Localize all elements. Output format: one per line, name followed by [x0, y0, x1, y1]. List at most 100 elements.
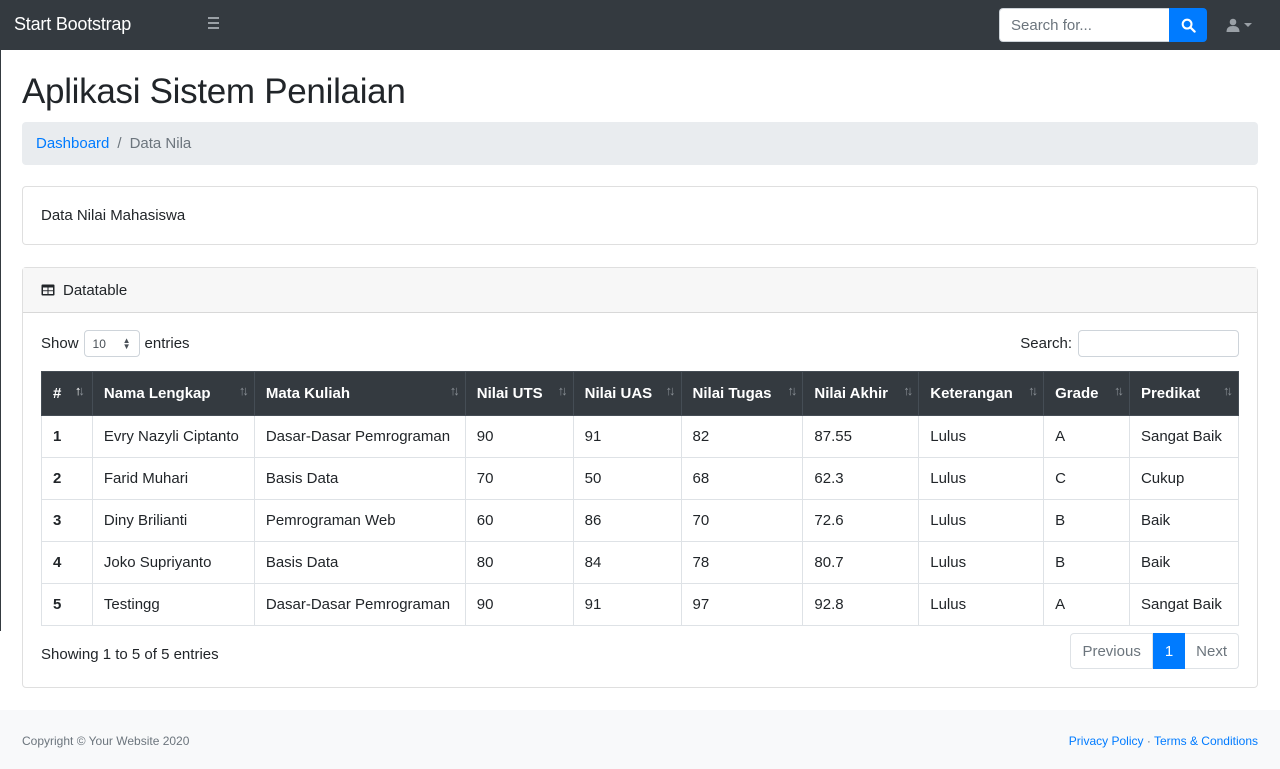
cell-tugas: 82 — [680, 415, 804, 458]
sort-icon: ↑↓ — [787, 383, 797, 398]
cell-grade: B — [1043, 541, 1130, 584]
footer-separator: · — [1146, 734, 1151, 748]
pagination-page-1[interactable]: 1 — [1152, 633, 1186, 669]
footer-links: Privacy Policy · Terms & Conditions — [1069, 734, 1258, 748]
sort-asc-icon: ↑↓ — [74, 383, 85, 398]
cell-nama: Joko Supriyanto — [91, 541, 255, 584]
cell-matkul: Pemrograman Web — [253, 499, 466, 542]
column-header-matkul[interactable]: Mata Kuliah ↑↓ — [253, 371, 466, 416]
search-button[interactable] — [1169, 8, 1207, 42]
cell-matkul: Dasar-Dasar Pemrograman — [253, 583, 466, 626]
cell-akhir: 92.8 — [802, 583, 920, 626]
cell-keterangan: Lulus — [918, 541, 1045, 584]
cell-matkul: Dasar-Dasar Pemrograman — [253, 415, 466, 458]
cell-akhir: 80.7 — [802, 541, 920, 584]
terms-link[interactable]: Terms & Conditions — [1154, 734, 1258, 748]
column-header-tugas[interactable]: Nilai Tugas ↑↓ — [680, 371, 804, 416]
sort-icon: ↑↓ — [557, 383, 568, 398]
cell-predikat: Baik — [1128, 499, 1240, 542]
table-row: 5 Testingg Dasar-Dasar Pemrograman 90 91… — [41, 583, 1240, 626]
cell-number: 1 — [41, 415, 93, 458]
cell-number: 2 — [41, 457, 93, 500]
top-navbar: Start Bootstrap — [0, 0, 1280, 50]
cell-matkul: Basis Data — [253, 457, 466, 500]
length-show-label: Show — [41, 335, 79, 352]
cell-grade: B — [1043, 499, 1130, 542]
column-header-predikat[interactable]: Predikat ↑↓ — [1128, 371, 1240, 416]
cell-matkul: Basis Data — [253, 541, 466, 584]
cell-uas: 84 — [572, 541, 682, 584]
cell-nama: Farid Muhari — [91, 457, 255, 500]
column-header-uas[interactable]: Nilai UAS ↑↓ — [572, 371, 682, 416]
cell-akhir: 87.55 — [802, 415, 920, 458]
sort-icon: ↑↓ — [1113, 383, 1124, 398]
cell-grade: C — [1043, 457, 1130, 500]
table-search: Search: — [1020, 330, 1239, 357]
table-row: 4 Joko Supriyanto Basis Data 80 84 78 80… — [41, 541, 1240, 584]
info-card-text: Data Nilai Mahasiswa — [41, 207, 186, 224]
privacy-policy-link[interactable]: Privacy Policy — [1069, 734, 1144, 748]
cell-keterangan: Lulus — [918, 415, 1045, 458]
footer: Copyright © Your Website 2020 Privacy Po… — [0, 710, 1280, 769]
length-select[interactable]: 10 ▲ ▼ — [83, 330, 140, 357]
length-select-value: 10 — [92, 336, 106, 351]
cell-keterangan: Lulus — [918, 457, 1045, 500]
cell-number: 3 — [41, 499, 93, 542]
table-header-row: # ↑↓ Nama Lengkap ↑↓ Mata Kuliah ↑↓ Nilai U… — [41, 371, 1240, 416]
cell-akhir: 62.3 — [802, 457, 920, 500]
breadcrumb-separator: / — [117, 135, 122, 152]
column-header-grade[interactable]: Grade ↑↓ — [1043, 371, 1130, 416]
cell-grade: A — [1043, 415, 1130, 458]
column-header-akhir[interactable]: Nilai Akhir ↑↓ — [802, 371, 920, 416]
sidebar-toggle-icon[interactable] — [208, 17, 224, 33]
table-row: 1 Evry Nazyli Ciptanto Dasar-Dasar Pemro… — [41, 415, 1240, 458]
brand-link[interactable]: Start Bootstrap — [14, 14, 131, 35]
cell-uas: 91 — [572, 583, 682, 626]
cell-keterangan: Lulus — [918, 583, 1045, 626]
search-input[interactable] — [999, 8, 1169, 42]
cell-uas: 91 — [572, 415, 682, 458]
cell-keterangan: Lulus — [918, 499, 1045, 542]
table-row: 3 Diny Brilianti Pemrograman Web 60 86 7… — [41, 499, 1240, 542]
page-title: Aplikasi Sistem Penilaian — [22, 72, 406, 111]
cell-nama: Diny Brilianti — [91, 499, 255, 542]
breadcrumb: Dashboard / Data Nila — [22, 122, 1258, 165]
sort-icon: ↑↓ — [903, 383, 913, 398]
length-control: Show 10 ▲ ▼ entries — [41, 330, 190, 357]
column-header-uts[interactable]: Nilai UTS ↑↓ — [464, 371, 574, 416]
breadcrumb-dashboard-link[interactable]: Dashboard — [36, 135, 109, 152]
select-arrows-icon: ▲ ▼ — [122, 335, 131, 351]
caret-down-icon — [1244, 23, 1252, 27]
sidebar-edge — [0, 50, 1, 631]
sort-icon: ↑↓ — [665, 383, 676, 398]
column-header-number[interactable]: # ↑↓ — [41, 371, 93, 416]
pagination-previous[interactable]: Previous — [1070, 633, 1153, 669]
table-icon — [41, 284, 55, 296]
pagination: Previous 1 Next — [1070, 633, 1239, 669]
cell-akhir: 72.6 — [802, 499, 920, 542]
cell-uts: 90 — [464, 583, 574, 626]
search-icon — [1181, 18, 1196, 33]
user-icon — [1226, 18, 1240, 32]
datatable-card-header: Datatable — [23, 268, 1257, 313]
cell-tugas: 97 — [680, 583, 804, 626]
table-row: 2 Farid Muhari Basis Data 70 50 68 62.3 … — [41, 457, 1240, 500]
table-search-input[interactable] — [1078, 330, 1239, 357]
datatable-card: Datatable Show 10 ▲ ▼ entries Search: # ↑↓… — [22, 267, 1258, 688]
cell-nama: Testingg — [91, 583, 255, 626]
cell-tugas: 68 — [680, 457, 804, 500]
column-header-nama[interactable]: Nama Lengkap ↑↓ — [91, 371, 255, 416]
pagination-next[interactable]: Next — [1185, 633, 1239, 669]
cell-uas: 86 — [572, 499, 682, 542]
table-search-label: Search: — [1020, 335, 1072, 352]
breadcrumb-active: Data Nila — [129, 135, 192, 152]
cell-tugas: 78 — [680, 541, 804, 584]
cell-grade: A — [1043, 583, 1130, 626]
length-entries-label: entries — [144, 335, 190, 352]
cell-uts: 80 — [464, 541, 574, 584]
user-dropdown[interactable] — [1226, 15, 1260, 35]
cell-predikat: Sangat Baik — [1128, 415, 1240, 458]
cell-uts: 60 — [464, 499, 574, 542]
column-header-keterangan[interactable]: Keterangan ↑↓ — [918, 371, 1045, 416]
info-card: Data Nilai Mahasiswa — [22, 186, 1258, 245]
